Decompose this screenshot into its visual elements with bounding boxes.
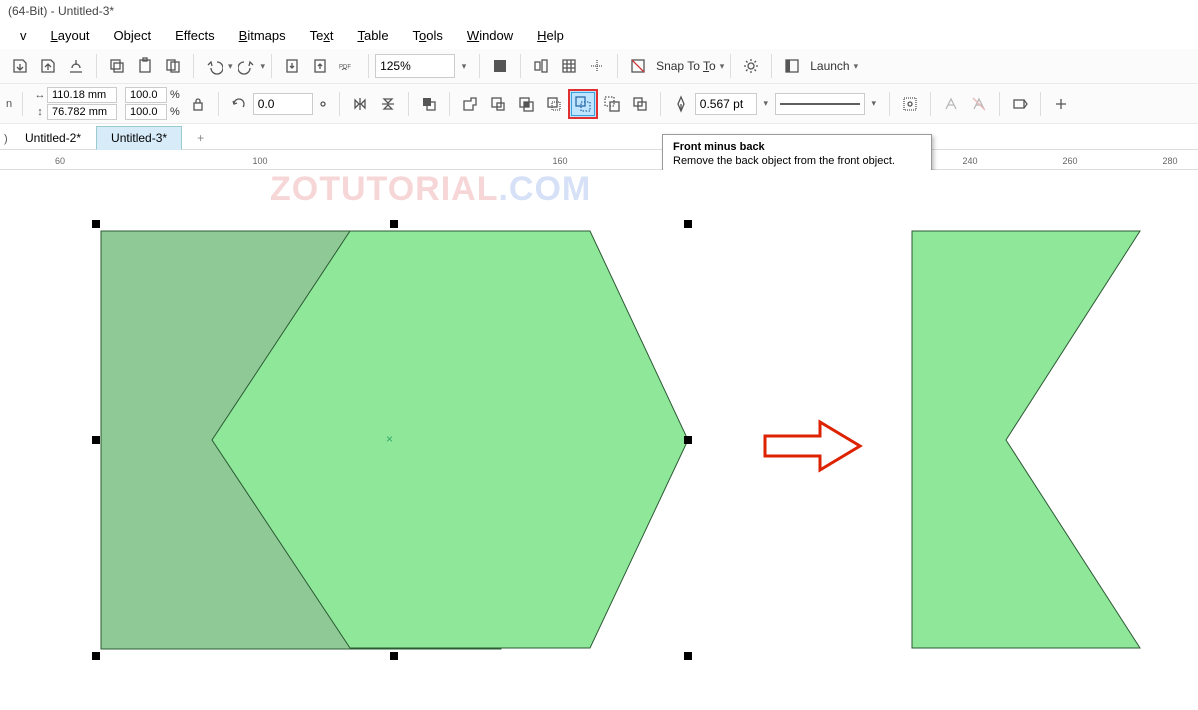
launch-label[interactable]: Launch bbox=[806, 59, 853, 73]
publish-icon[interactable] bbox=[63, 53, 89, 79]
outline-width-field[interactable]: 0.567 pt bbox=[695, 93, 757, 115]
menu-view-cut[interactable]: v bbox=[8, 24, 39, 47]
handle-bl[interactable] bbox=[92, 652, 100, 660]
handle-ml[interactable] bbox=[92, 436, 100, 444]
align-icon[interactable] bbox=[528, 53, 554, 79]
handle-bm[interactable] bbox=[390, 652, 398, 660]
menu-table[interactable]: Table bbox=[345, 24, 400, 47]
import-icon[interactable] bbox=[7, 53, 33, 79]
tab-new[interactable]: + bbox=[182, 126, 219, 149]
scale-x-field[interactable]: 100.0 bbox=[125, 87, 167, 103]
snap-off-icon[interactable] bbox=[625, 53, 651, 79]
intersect-icon[interactable] bbox=[513, 91, 539, 117]
tooltip-title: Front minus back bbox=[673, 141, 921, 153]
hexagon-shape[interactable] bbox=[210, 230, 690, 650]
document-tabs: ) Untitled-2* Untitled-3* + bbox=[0, 124, 1198, 150]
menu-window[interactable]: Window bbox=[455, 24, 525, 47]
tooltip-front-minus-back: Front minus back Remove the back object … bbox=[662, 134, 932, 174]
object-size: ↔110.18 mm ↕76.782 mm bbox=[33, 87, 117, 120]
zoom-combo[interactable]: 125% bbox=[375, 54, 455, 78]
height-field[interactable]: 76.782 mm bbox=[47, 104, 117, 120]
outline-dropdown-icon[interactable]: ▾ bbox=[758, 91, 774, 117]
handle-tl[interactable] bbox=[92, 220, 100, 228]
zoom-dropdown-icon[interactable]: ▾ bbox=[456, 53, 472, 79]
lock-ratio-icon[interactable] bbox=[185, 91, 211, 117]
tab-untitled-2[interactable]: Untitled-2* bbox=[10, 126, 96, 149]
percent-label: % bbox=[167, 89, 180, 101]
mirror-v-icon[interactable] bbox=[375, 91, 401, 117]
guides-icon[interactable] bbox=[584, 53, 610, 79]
export-icon[interactable] bbox=[35, 53, 61, 79]
boundary-icon[interactable] bbox=[627, 91, 653, 117]
weld-icon[interactable] bbox=[457, 91, 483, 117]
window-title: (64-Bit) - Untitled-3* bbox=[0, 0, 1198, 22]
tooltip-body: Remove the back object from the front ob… bbox=[673, 155, 921, 167]
front-minus-back-button[interactable] bbox=[568, 89, 598, 119]
convert-curves-icon[interactable] bbox=[1007, 91, 1033, 117]
standard-toolbar: ▾ ▾ PDF 125% ▾ Snap To To ▾ Launch ▾ bbox=[0, 49, 1198, 84]
selection-center-icon: × bbox=[386, 432, 393, 446]
launch-panel-icon[interactable] bbox=[779, 53, 805, 79]
disabled-b-icon bbox=[966, 91, 992, 117]
watermark: ZOTUTORIAL.COM bbox=[270, 170, 591, 209]
add-icon[interactable] bbox=[1048, 91, 1074, 117]
grid-icon[interactable] bbox=[556, 53, 582, 79]
undo-icon[interactable] bbox=[201, 53, 227, 79]
scale-y-field[interactable]: 100.0 bbox=[125, 104, 167, 120]
menu-layout[interactable]: Layout bbox=[39, 24, 102, 47]
handle-tm[interactable] bbox=[390, 220, 398, 228]
snap-label[interactable]: Snap To To bbox=[652, 59, 720, 73]
menu-effects[interactable]: Effects bbox=[163, 24, 227, 47]
arrow-down-icon[interactable] bbox=[279, 53, 305, 79]
paste-icon[interactable] bbox=[132, 53, 158, 79]
order-icon[interactable] bbox=[416, 91, 442, 117]
arrow-up-icon[interactable] bbox=[307, 53, 333, 79]
menubar: v Layout Object Effects Bitmaps Text Tab… bbox=[0, 22, 1198, 49]
red-arrow-icon bbox=[760, 416, 870, 476]
clipboard-icon[interactable] bbox=[160, 53, 186, 79]
handle-tr[interactable] bbox=[684, 220, 692, 228]
handle-mr[interactable] bbox=[684, 436, 692, 444]
mirror-h-icon[interactable] bbox=[347, 91, 373, 117]
line-style-dropdown-icon[interactable]: ▾ bbox=[866, 91, 882, 117]
drawing-canvas[interactable]: ZOTUTORIAL.COM × bbox=[0, 170, 1198, 710]
percent-label: % bbox=[167, 106, 180, 118]
copy-icon[interactable] bbox=[104, 53, 130, 79]
menu-object[interactable]: Object bbox=[102, 24, 164, 47]
pdf-icon[interactable]: PDF bbox=[335, 53, 361, 79]
handle-br[interactable] bbox=[684, 652, 692, 660]
options-icon[interactable] bbox=[738, 53, 764, 79]
line-style-combo[interactable] bbox=[775, 93, 865, 115]
wrap-text-icon[interactable] bbox=[897, 91, 923, 117]
menu-bitmaps[interactable]: Bitmaps bbox=[227, 24, 298, 47]
redo-icon[interactable] bbox=[234, 53, 260, 79]
trim-icon[interactable] bbox=[485, 91, 511, 117]
pen-outline-icon[interactable] bbox=[668, 91, 694, 117]
horizontal-ruler: 60 100 160 240 260 280 bbox=[0, 150, 1198, 170]
simplify-icon[interactable] bbox=[541, 91, 567, 117]
menu-help[interactable]: Help bbox=[525, 24, 576, 47]
tab-untitled-3[interactable]: Untitled-3* bbox=[96, 126, 182, 150]
menu-text[interactable]: Text bbox=[298, 24, 346, 47]
result-shape bbox=[910, 230, 1160, 650]
height-icon: ↕ bbox=[33, 106, 47, 118]
fullscreen-icon[interactable] bbox=[487, 53, 513, 79]
width-icon: ↔ bbox=[33, 89, 47, 101]
rotate-icon[interactable] bbox=[226, 91, 252, 117]
property-bar: n ↔110.18 mm ↕76.782 mm 100.0% 100.0% 0.… bbox=[0, 84, 1198, 124]
disabled-a-icon bbox=[938, 91, 964, 117]
rotation-center-icon[interactable] bbox=[314, 91, 332, 117]
menu-tools[interactable]: Tools bbox=[401, 24, 455, 47]
object-scale: 100.0% 100.0% bbox=[125, 87, 180, 120]
back-minus-front-icon[interactable] bbox=[599, 91, 625, 117]
width-field[interactable]: 110.18 mm bbox=[47, 87, 117, 103]
rotation-field[interactable]: 0.0 bbox=[253, 93, 313, 115]
